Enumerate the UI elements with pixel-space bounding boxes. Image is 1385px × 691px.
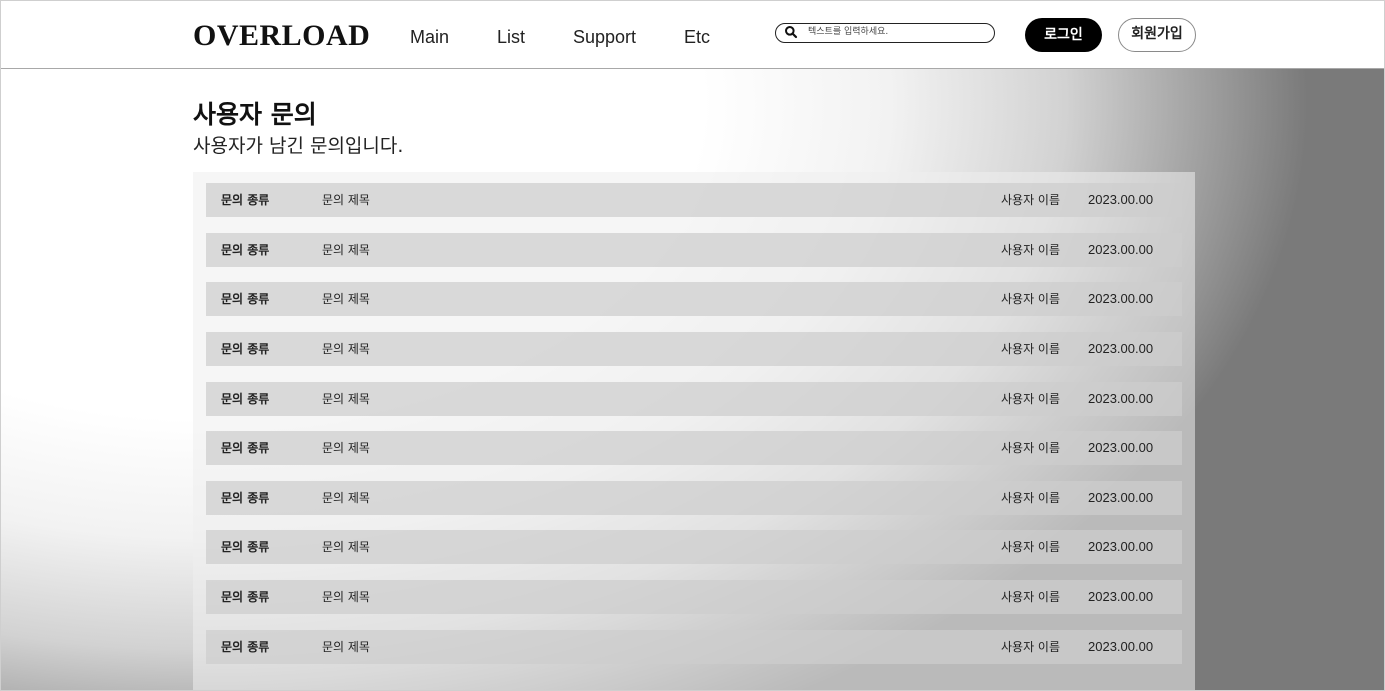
search-icon[interactable]	[784, 25, 798, 39]
inquiry-user: 사용자 이름	[1001, 640, 1061, 654]
inquiry-list: 문의 종류 문의 제목 사용자 이름 2023.00.00 문의 종류 문의 제…	[193, 172, 1195, 691]
inquiry-date: 2023.00.00	[1088, 391, 1154, 406]
inquiry-type: 문의 종류	[221, 193, 270, 207]
signup-button[interactable]: 회원가입	[1118, 18, 1196, 52]
inquiry-title[interactable]: 문의 제목	[322, 282, 370, 316]
search-input[interactable]	[808, 25, 988, 39]
inquiry-row[interactable]: 문의 종류 문의 제목 사용자 이름 2023.00.00	[206, 183, 1182, 217]
inquiry-user: 사용자 이름	[1001, 392, 1061, 406]
inquiry-title[interactable]: 문의 제목	[322, 580, 370, 614]
inquiry-type: 문의 종류	[221, 243, 270, 257]
inquiry-title[interactable]: 문의 제목	[322, 332, 370, 366]
inquiry-type: 문의 종류	[221, 342, 270, 356]
inquiry-row[interactable]: 문의 종류 문의 제목 사용자 이름 2023.00.00	[206, 233, 1182, 267]
inquiry-date: 2023.00.00	[1088, 589, 1154, 604]
inquiry-date: 2023.00.00	[1088, 242, 1154, 257]
page-title: 사용자 문의	[193, 100, 317, 129]
inquiry-date: 2023.00.00	[1088, 440, 1154, 455]
inquiry-row[interactable]: 문의 종류 문의 제목 사용자 이름 2023.00.00	[206, 580, 1182, 614]
inquiry-user: 사용자 이름	[1001, 491, 1061, 505]
inquiry-user: 사용자 이름	[1001, 193, 1061, 207]
inquiry-title[interactable]: 문의 제목	[322, 183, 370, 217]
inquiry-type: 문의 종류	[221, 491, 270, 505]
inquiry-row[interactable]: 문의 종류 문의 제목 사용자 이름 2023.00.00	[206, 332, 1182, 366]
logo[interactable]: OVERLOAD	[193, 18, 370, 54]
inquiry-user: 사용자 이름	[1001, 342, 1061, 356]
inquiry-row[interactable]: 문의 종류 문의 제목 사용자 이름 2023.00.00	[206, 481, 1182, 515]
inquiry-title[interactable]: 문의 제목	[322, 431, 370, 465]
inquiry-date: 2023.00.00	[1088, 639, 1154, 654]
inquiry-type: 문의 종류	[221, 441, 270, 455]
inquiry-type: 문의 종류	[221, 590, 270, 604]
inquiry-row[interactable]: 문의 종류 문의 제목 사용자 이름 2023.00.00	[206, 431, 1182, 465]
inquiry-type: 문의 종류	[221, 540, 270, 554]
inquiry-user: 사용자 이름	[1001, 540, 1061, 554]
page-subtitle: 사용자가 남긴 문의입니다.	[193, 135, 404, 157]
top-header: OVERLOAD Main List Support Etc 로그인 회원가입	[0, 0, 1385, 69]
inquiry-title[interactable]: 문의 제목	[322, 530, 370, 564]
inquiry-title[interactable]: 문의 제목	[322, 233, 370, 267]
inquiry-title[interactable]: 문의 제목	[322, 630, 370, 664]
inquiry-row[interactable]: 문의 종류 문의 제목 사용자 이름 2023.00.00	[206, 382, 1182, 416]
nav-main[interactable]: Main	[410, 26, 449, 48]
inquiry-type: 문의 종류	[221, 640, 270, 654]
inquiry-title[interactable]: 문의 제목	[322, 382, 370, 416]
inquiry-row[interactable]: 문의 종류 문의 제목 사용자 이름 2023.00.00	[206, 282, 1182, 316]
inquiry-type: 문의 종류	[221, 392, 270, 406]
inquiry-title[interactable]: 문의 제목	[322, 481, 370, 515]
inquiry-user: 사용자 이름	[1001, 441, 1061, 455]
inquiry-type: 문의 종류	[221, 292, 270, 306]
inquiry-user: 사용자 이름	[1001, 292, 1061, 306]
inquiry-date: 2023.00.00	[1088, 192, 1154, 207]
nav-support[interactable]: Support	[573, 26, 636, 48]
login-button[interactable]: 로그인	[1025, 18, 1102, 52]
inquiry-user: 사용자 이름	[1001, 590, 1061, 604]
search-box[interactable]	[775, 23, 995, 43]
nav-list[interactable]: List	[497, 26, 525, 48]
inquiry-row[interactable]: 문의 종류 문의 제목 사용자 이름 2023.00.00	[206, 630, 1182, 664]
inquiry-date: 2023.00.00	[1088, 291, 1154, 306]
inquiry-date: 2023.00.00	[1088, 539, 1154, 554]
nav-etc[interactable]: Etc	[684, 26, 710, 48]
inquiry-date: 2023.00.00	[1088, 341, 1154, 356]
inquiry-user: 사용자 이름	[1001, 243, 1061, 257]
inquiry-row[interactable]: 문의 종류 문의 제목 사용자 이름 2023.00.00	[206, 530, 1182, 564]
inquiry-date: 2023.00.00	[1088, 490, 1154, 505]
